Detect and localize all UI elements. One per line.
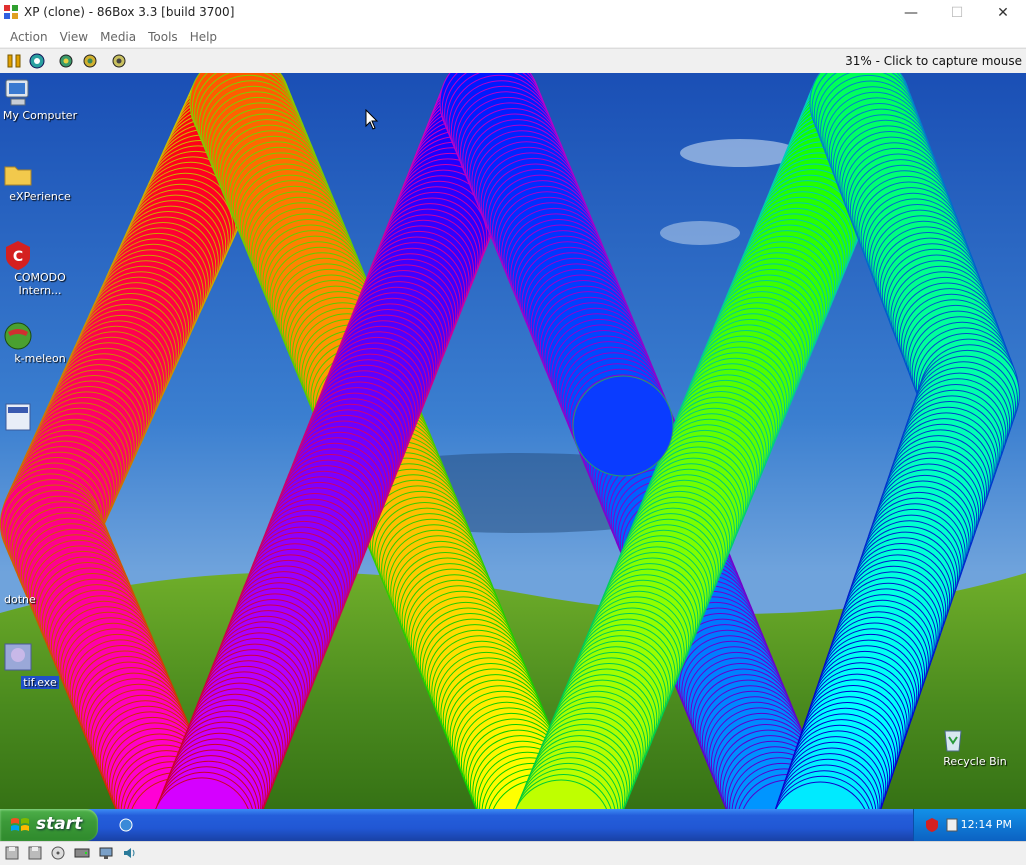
desktop-icon-my-computer[interactable]: My Computer xyxy=(2,77,78,122)
my-computer-icon xyxy=(5,79,29,106)
recycle-bin-icon xyxy=(944,730,962,752)
comodo-tray-icon[interactable] xyxy=(924,817,940,833)
desktop-icon-label: eXPerience xyxy=(9,190,71,203)
cdrom-icon[interactable] xyxy=(50,845,66,861)
desktop-icon-label: COMODO Intern... xyxy=(14,271,66,297)
sound-icon[interactable] xyxy=(122,845,138,861)
floppy-icon[interactable] xyxy=(4,845,20,861)
minimize-button[interactable]: — xyxy=(888,0,934,26)
emulated-screen[interactable]: My Computer eXPerience C COMODO Intern..… xyxy=(0,73,1026,841)
svg-text:C: C xyxy=(13,249,23,265)
start-label: start xyxy=(36,814,83,834)
screenshot-icon[interactable] xyxy=(110,52,128,70)
maximize-button[interactable]: ☐ xyxy=(934,0,980,26)
desktop-icon-label: My Computer xyxy=(2,109,78,122)
ribbon-head xyxy=(572,375,674,477)
menu-media[interactable]: Media xyxy=(94,30,142,44)
settings-icon[interactable] xyxy=(57,52,75,70)
hard-reset-icon[interactable] xyxy=(81,52,99,70)
menu-view[interactable]: View xyxy=(54,30,94,44)
mouse-cursor-icon xyxy=(365,109,379,130)
start-button[interactable]: start xyxy=(0,809,98,841)
desktop-icon-label: tif.exe xyxy=(21,676,59,689)
desktop-icon-tif-exe[interactable]: tif.exe xyxy=(2,641,78,691)
floppy-b-icon[interactable] xyxy=(27,845,43,861)
menu-help[interactable]: Help xyxy=(184,30,223,44)
desktop-icon-partial[interactable] xyxy=(2,401,78,433)
desktop-icon-label: k-meleon xyxy=(14,352,66,365)
desktop-icon-comodo[interactable]: C COMODO Intern... xyxy=(2,239,78,297)
folder-icon xyxy=(4,166,32,186)
ctrl-alt-del-icon[interactable] xyxy=(28,52,46,70)
tray-app-icon[interactable] xyxy=(944,817,960,833)
k-meleon-icon xyxy=(4,322,32,350)
title-bar: XP (clone) - 86Box 3.3 [build 3700] — ☐ … xyxy=(0,0,1026,26)
menu-bar: Action View Media Tools Help xyxy=(0,26,1026,47)
window-title: XP (clone) - 86Box 3.3 [build 3700] xyxy=(24,5,235,19)
desktop-wallpaper xyxy=(0,73,1026,841)
clock[interactable]: 12:14 PM xyxy=(961,818,1012,831)
desktop-icon-recycle-bin[interactable]: Recycle Bin xyxy=(937,723,1013,768)
network-icon[interactable] xyxy=(98,845,114,861)
system-tray: 12:14 PM xyxy=(913,809,1026,841)
taskbar: start 12:14 PM xyxy=(0,809,1026,841)
close-button[interactable]: ✕ xyxy=(980,0,1026,26)
desktop-icon-experience[interactable]: eXPerience xyxy=(2,158,78,203)
desktop-icon-label: Recycle Bin xyxy=(943,755,1007,768)
pause-icon[interactable] xyxy=(5,52,23,70)
desktop-icon-dotnet[interactable]: dotne xyxy=(0,593,80,606)
desktop-icon-k-meleon[interactable]: k-meleon xyxy=(2,320,78,365)
86box-icon xyxy=(4,5,18,19)
tif-exe-icon xyxy=(4,643,32,671)
windows-logo-icon xyxy=(11,818,29,831)
application-icon xyxy=(5,403,31,431)
quick-launch-ie-icon[interactable] xyxy=(118,817,134,833)
capture-status[interactable]: 31% - Click to capture mouse xyxy=(845,54,1022,68)
status-bar xyxy=(0,841,1026,865)
desktop-icon-label: dotne xyxy=(4,593,36,606)
menu-action[interactable]: Action xyxy=(4,30,54,44)
comodo-icon: C xyxy=(6,241,30,270)
hard-disk-icon[interactable] xyxy=(74,845,90,861)
menu-tools[interactable]: Tools xyxy=(142,30,184,44)
toolbar: 31% - Click to capture mouse xyxy=(0,48,1026,73)
